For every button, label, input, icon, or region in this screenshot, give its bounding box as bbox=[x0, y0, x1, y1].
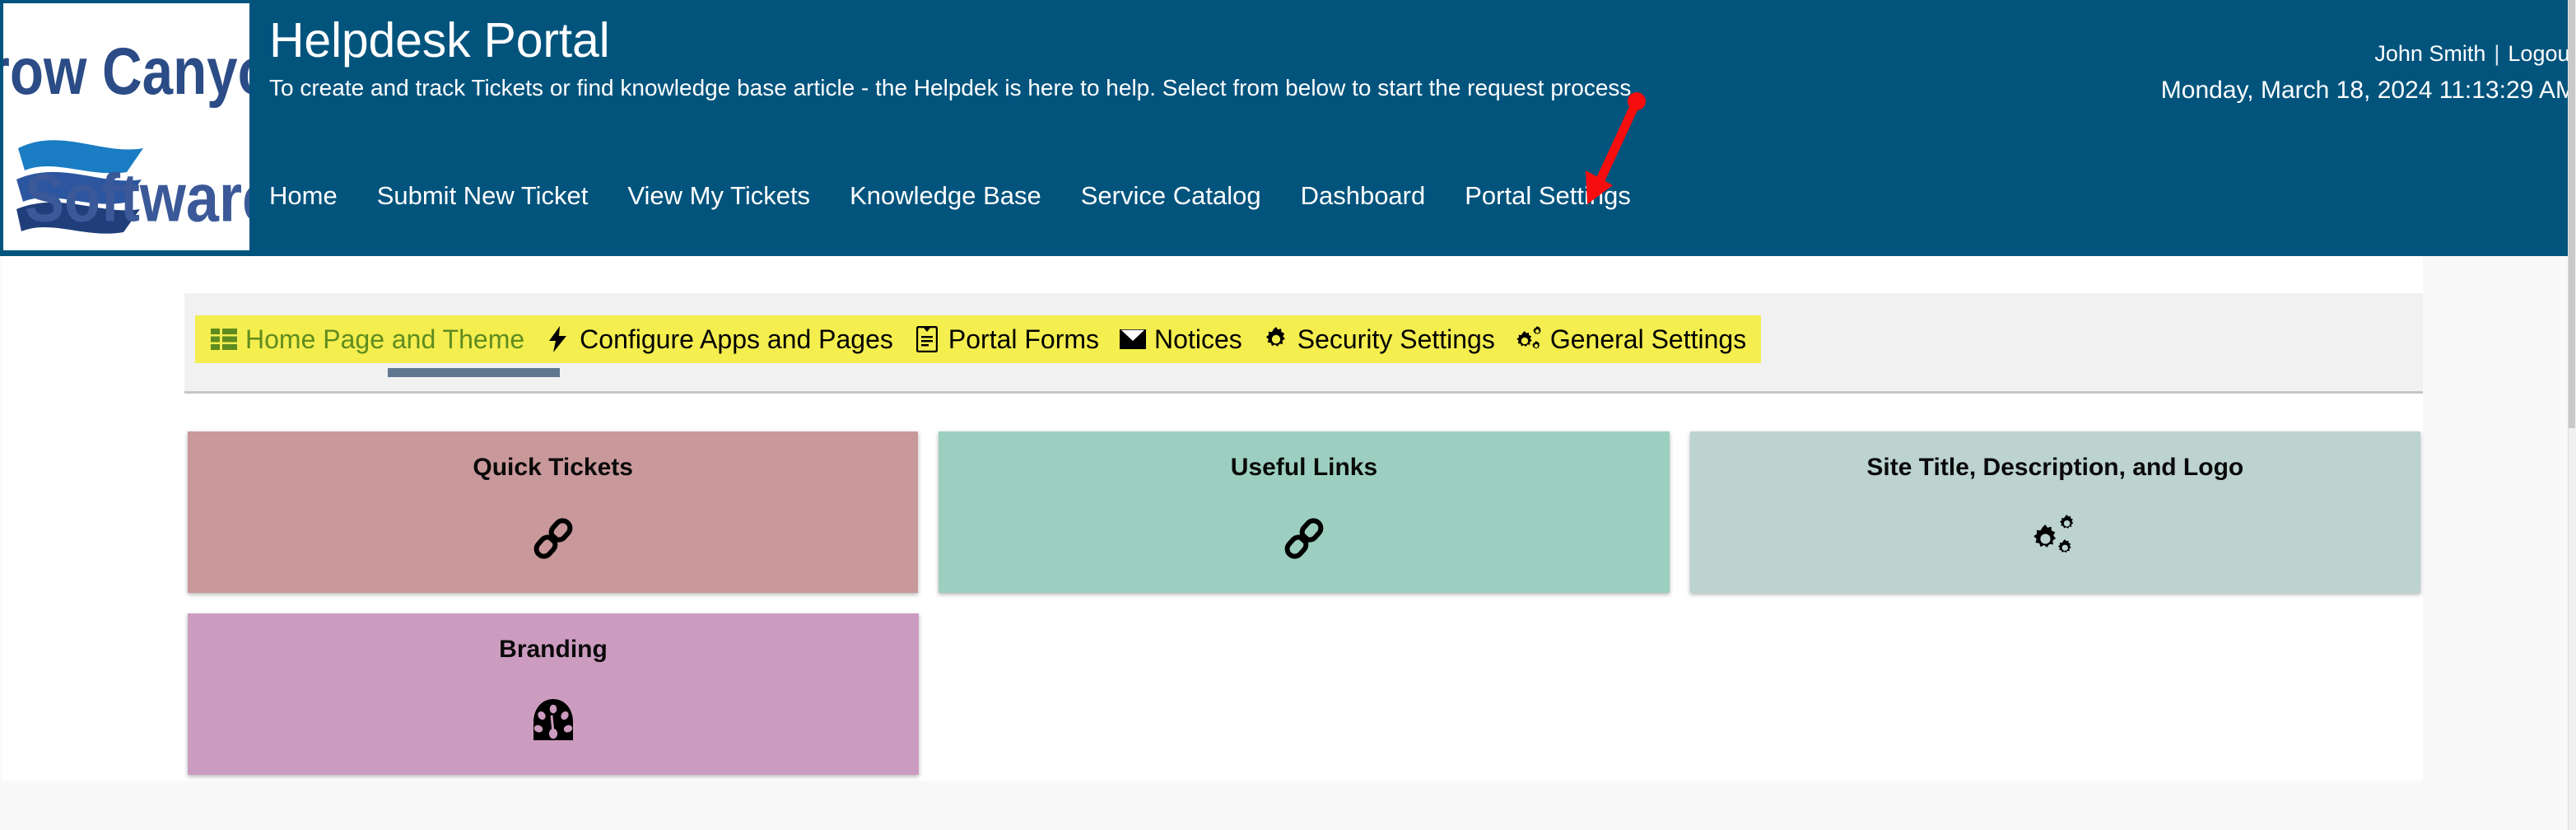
site-header: Crow Canyon Software Helpdesk Portal To … bbox=[0, 0, 2576, 256]
card-title: Site Title, Description, and Logo bbox=[1866, 454, 2244, 481]
crow-canyon-software-logo-icon: Crow Canyon Software bbox=[3, 3, 249, 250]
tab-notices[interactable]: Notices bbox=[1109, 315, 1252, 363]
tab-label: Security Settings bbox=[1297, 324, 1495, 354]
portal-settings-page: Crow Canyon Software Helpdesk Portal To … bbox=[0, 0, 2576, 830]
scrollbar-thumb[interactable] bbox=[2569, 0, 2575, 428]
page-description: To create and track Tickets or find know… bbox=[269, 75, 1632, 100]
form-icon bbox=[913, 325, 941, 353]
vertical-scrollbar[interactable] bbox=[2568, 0, 2576, 830]
nav-item-dashboard[interactable]: Dashboard bbox=[1281, 180, 1446, 212]
card-title: Useful Links bbox=[1230, 454, 1378, 481]
nav-item-home[interactable]: Home bbox=[269, 180, 357, 212]
card-title: Quick Tickets bbox=[473, 454, 633, 481]
tab-label: Home Page and Theme bbox=[245, 324, 525, 354]
settings-tabstrip: Home Page and Theme Configure Apps and P… bbox=[195, 315, 1762, 363]
nav-item-service-catalog[interactable]: Service Catalog bbox=[1061, 180, 1281, 212]
header-title-block: Helpdesk Portal To create and track Tick… bbox=[269, 12, 1631, 102]
tab-general-settings[interactable]: General Settings bbox=[1505, 315, 1756, 363]
gauge-icon bbox=[188, 694, 919, 747]
cogs-icon bbox=[1515, 325, 1543, 353]
chain-link-icon bbox=[939, 512, 1669, 565]
nav-item-knowledge-base[interactable]: Knowledge Base bbox=[830, 180, 1061, 212]
card-quick-tickets[interactable]: Quick Tickets bbox=[188, 431, 919, 593]
user-info-block: John Smith | Logout Monday, March 18, 2024… bbox=[2161, 40, 2576, 109]
card-title: Branding bbox=[499, 636, 608, 663]
svg-text:Crow Canyon: Crow Canyon bbox=[3, 34, 249, 108]
tab-security-settings[interactable]: Security Settings bbox=[1252, 315, 1505, 363]
card-row: Branding bbox=[188, 613, 2420, 775]
tab-label: Configure Apps and Pages bbox=[580, 324, 893, 354]
tab-label: Portal Forms bbox=[948, 324, 1100, 354]
grid-list-icon bbox=[210, 325, 238, 353]
bolt-icon bbox=[544, 325, 572, 353]
nav-item-portal-settings[interactable]: Portal Settings bbox=[1445, 180, 1651, 212]
tab-home-page-and-theme[interactable]: Home Page and Theme bbox=[200, 315, 534, 363]
tab-label: Notices bbox=[1154, 324, 1242, 354]
tab-configure-apps-and-pages[interactable]: Configure Apps and Pages bbox=[534, 315, 903, 363]
user-line: John Smith | Logout bbox=[2161, 40, 2576, 68]
nav-item-view-my-tickets[interactable]: View My Tickets bbox=[608, 180, 830, 212]
logout-link[interactable]: Logout bbox=[2499, 41, 2576, 66]
user-separator: | bbox=[2494, 41, 2500, 66]
settings-cards-grid: Quick Tickets Useful Links Site Title, D… bbox=[188, 431, 2420, 795]
current-datetime: Monday, March 18, 2024 11:13:29 AM bbox=[2160, 77, 2576, 104]
card-useful-links[interactable]: Useful Links bbox=[939, 431, 1670, 593]
chain-link-icon bbox=[188, 512, 918, 565]
tab-label: General Settings bbox=[1549, 324, 1747, 354]
page-title: Helpdesk Portal bbox=[269, 13, 610, 68]
card-row: Quick Tickets Useful Links Site Title, D… bbox=[188, 431, 2420, 593]
svg-text:Software: Software bbox=[25, 161, 249, 236]
user-name: John Smith bbox=[2374, 41, 2486, 66]
tab-portal-forms[interactable]: Portal Forms bbox=[903, 315, 1109, 363]
active-tab-underline bbox=[388, 368, 560, 377]
envelope-icon bbox=[1119, 325, 1147, 353]
card-branding[interactable]: Branding bbox=[188, 613, 919, 775]
nav-item-submit-new-ticket[interactable]: Submit New Ticket bbox=[357, 180, 608, 212]
main-navigation: Home Submit New Ticket View My Tickets K… bbox=[269, 180, 1651, 212]
site-logo[interactable]: Crow Canyon Software bbox=[3, 3, 249, 250]
gear-icon bbox=[1262, 325, 1290, 353]
card-site-title-description-and-logo[interactable]: Site Title, Description, and Logo bbox=[1689, 431, 2420, 593]
cogs-icon bbox=[1690, 512, 2420, 565]
settings-tabstrip-container: Home Page and Theme Configure Apps and P… bbox=[184, 293, 2423, 394]
